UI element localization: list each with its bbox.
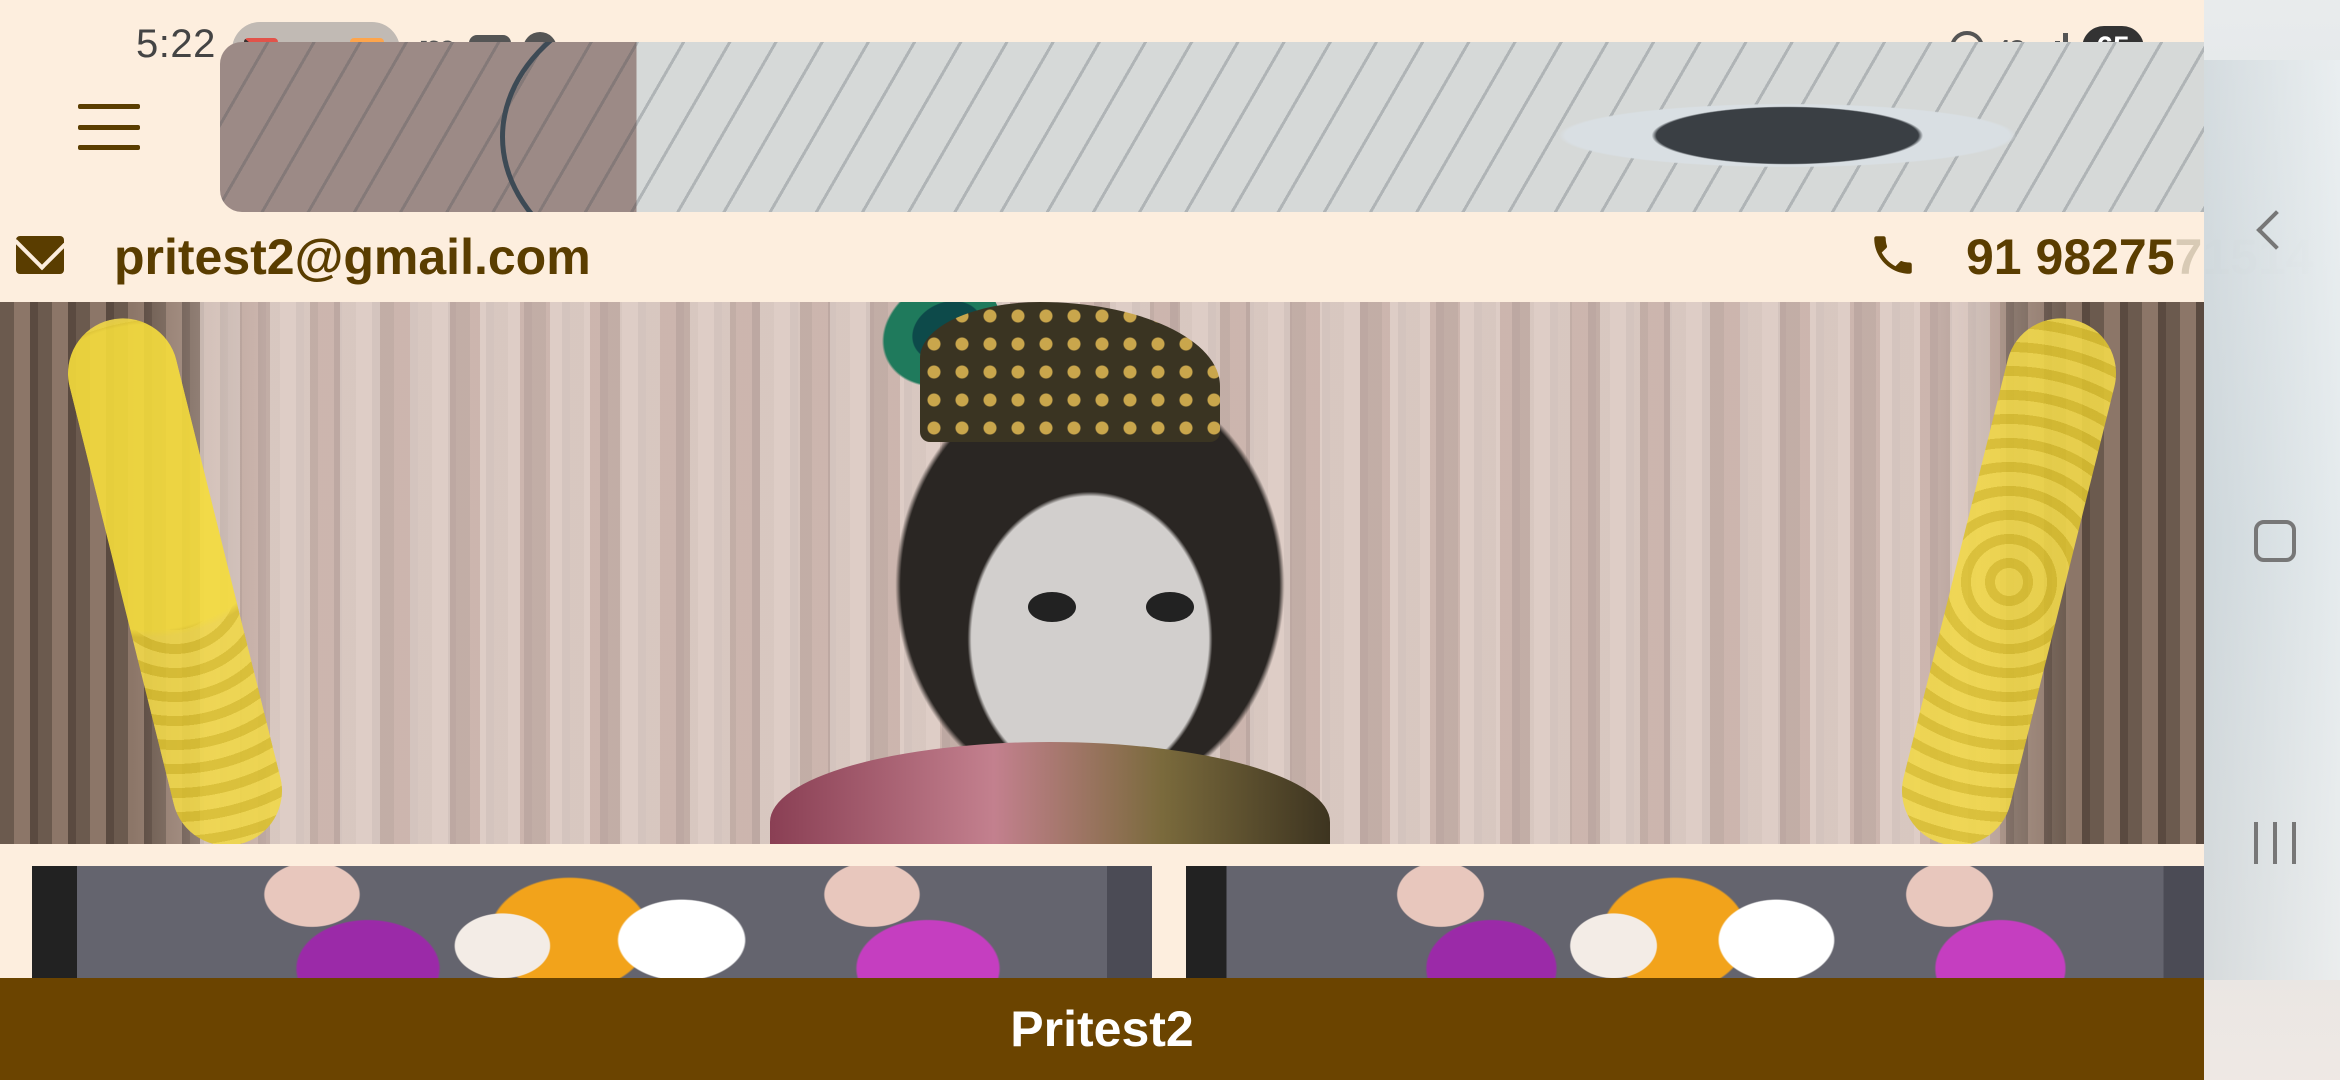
phone-icon [1874,236,1912,274]
hero-eye-left [1028,592,1076,622]
header-banner-image [220,42,2204,212]
footer-title: Pritest2 [1010,1001,1194,1057]
hero-eye-right [1146,592,1194,622]
home-icon[interactable] [2254,520,2296,562]
phone-number-visible: 91 98275 [1966,229,2175,285]
hero-krishna-image [0,302,2204,844]
gallery-image-card[interactable] [1186,866,2204,980]
status-time: 5:22 [136,22,216,66]
hamburger-menu-icon[interactable] [78,104,140,150]
mail-icon [16,236,64,274]
footer-bar: Pritest2 [0,978,2204,1080]
contact-bar: pritest2@gmail.com 91 9827571514 [0,212,2314,300]
gallery-image-card[interactable] [32,866,1152,980]
recents-icon[interactable] [2254,822,2296,864]
contact-email-link[interactable]: pritest2@gmail.com [114,228,591,286]
